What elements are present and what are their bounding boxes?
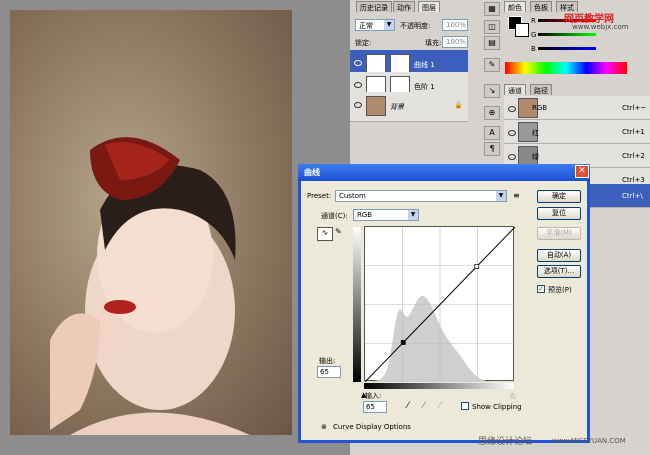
curves-dialog: 曲线 ✕ Preset: Custom ▼ ≡ 通道(C): RGB ▼ ∿ ✎… — [298, 164, 590, 443]
preset-value: Custom — [339, 192, 366, 200]
tab-paths[interactable]: 路径 — [530, 84, 552, 95]
channel-shortcut: Ctrl+\ — [622, 192, 643, 200]
black-eyedropper-icon[interactable]: ⁄ — [407, 401, 409, 411]
preset-options-icon[interactable]: ≡ — [513, 191, 520, 200]
white-point-slider-icon[interactable]: △ — [510, 391, 515, 399]
eye-icon[interactable] — [508, 130, 516, 136]
channel-value: RGB — [357, 211, 373, 219]
character-icon[interactable]: A — [484, 126, 500, 140]
show-clipping-label: Show Clipping — [472, 403, 522, 411]
eye-icon[interactable] — [354, 102, 362, 108]
curve-display-options-label[interactable]: Curve Display Options — [333, 423, 411, 431]
lock-icon: 🔒 — [454, 101, 463, 109]
auto-button[interactable]: 自动(A) — [537, 249, 581, 262]
preview-checkbox[interactable]: ✓ — [537, 285, 545, 293]
curve-point-tool-icon[interactable]: ∿ — [317, 227, 333, 241]
layer-name: 背景 — [390, 103, 404, 111]
chevron-down-icon: ▼ — [496, 191, 506, 201]
close-icon[interactable]: ✕ — [575, 165, 589, 178]
preview-label: 预览(P) — [548, 286, 572, 294]
channel-shortcut: Ctrl+2 — [622, 152, 645, 160]
paragraph-icon[interactable]: ¶ — [484, 142, 500, 156]
layer-name: 曲线 1 — [414, 61, 435, 69]
blue-label: B — [531, 45, 536, 53]
channel-name: RGB — [532, 104, 548, 112]
channel-label: 通道(C): — [321, 212, 348, 220]
portrait-photo — [10, 10, 292, 435]
tab-history[interactable]: 历史记录 — [356, 1, 392, 12]
background-color-swatch[interactable] — [515, 23, 529, 37]
preset-label: Preset: — [307, 192, 332, 200]
tab-color[interactable]: 颜色 — [504, 1, 526, 12]
fill-input[interactable]: 100% — [442, 36, 468, 48]
blue-slider[interactable] — [538, 47, 596, 50]
tab-layers[interactable]: 图层 — [418, 1, 440, 12]
output-gradient-bar — [353, 227, 361, 382]
eye-icon[interactable] — [354, 82, 362, 88]
channel-shortcut: Ctrl+1 — [622, 128, 645, 136]
chevron-down-icon: ▼ — [384, 20, 394, 30]
green-slider[interactable] — [538, 33, 596, 36]
layer-name: 色阶 1 — [414, 83, 435, 91]
dialog-titlebar[interactable]: 曲线 ✕ — [298, 164, 590, 181]
smooth-button[interactable]: 平滑(M) — [537, 227, 581, 240]
curves-adjustment-icon — [366, 54, 386, 74]
color-spectrum-bar[interactable] — [505, 62, 627, 74]
white-eyedropper-icon[interactable]: ⁄ — [439, 401, 441, 411]
lock-label: 锁定: — [355, 39, 372, 47]
curve-control-point — [400, 340, 406, 345]
channel-name: 红 — [532, 129, 539, 137]
channel-name: 绿 — [532, 153, 539, 161]
dialog-title: 曲线 — [304, 168, 320, 177]
layer-row[interactable]: 背景 🔒 — [350, 92, 468, 122]
channel-shortcut: Ctrl+3 — [622, 176, 645, 184]
fill-label: 填充: — [425, 39, 442, 47]
ok-button[interactable]: 确定 — [537, 190, 581, 203]
tab-actions[interactable]: 动作 — [393, 1, 415, 12]
options-button[interactable]: 选项(T)... — [537, 265, 581, 278]
brush-icon[interactable]: ✎ — [484, 58, 500, 72]
chevron-down-circle-icon[interactable]: ⊗ — [321, 423, 327, 431]
channel-row[interactable]: RGB Ctrl+~ — [504, 96, 650, 120]
input-input[interactable]: 65 — [363, 401, 387, 413]
show-clipping-checkbox[interactable] — [461, 402, 469, 410]
blend-mode-select[interactable]: 正常 ▼ — [355, 19, 395, 31]
tab-channels[interactable]: 通道 — [504, 84, 526, 95]
input-label: 输入: — [365, 392, 382, 400]
channel-shortcut: Ctrl+~ — [622, 104, 647, 112]
eye-icon[interactable] — [354, 60, 362, 66]
eye-icon[interactable] — [508, 106, 516, 112]
curves-plot[interactable] — [364, 226, 516, 383]
channel-select[interactable]: RGB ▼ — [353, 209, 419, 221]
preset-select[interactable]: Custom ▼ — [335, 190, 507, 202]
green-label: G — [531, 31, 537, 39]
watermark-url: www.webjx.com — [572, 23, 629, 31]
red-label: R — [531, 17, 536, 25]
histogram-tool-icon[interactable]: ▦ — [484, 2, 500, 16]
reset-button[interactable]: 复位 — [537, 207, 581, 220]
gray-eyedropper-icon[interactable]: ⁄ — [423, 401, 425, 411]
output-input[interactable]: 65 — [317, 366, 341, 378]
tab-swatches[interactable]: 色板 — [530, 1, 552, 12]
chevron-down-icon: ▼ — [408, 210, 418, 220]
opacity-label: 不透明度: — [400, 22, 431, 30]
curves-graph[interactable] — [364, 226, 516, 383]
opacity-input[interactable]: 100% — [442, 19, 468, 31]
info-icon[interactable]: ▤ — [484, 36, 500, 50]
clone-icon[interactable]: ⊕ — [484, 106, 500, 120]
background-thumbnail — [366, 96, 386, 116]
footer-url: www.MISSYUAN.COM — [552, 437, 626, 445]
navigator-icon[interactable]: ◫ — [484, 20, 500, 34]
transform-icon[interactable]: ↘ — [484, 84, 500, 98]
channel-row[interactable]: 红 Ctrl+1 — [504, 120, 650, 144]
blend-mode-value: 正常 — [359, 22, 373, 30]
curve-control-point — [474, 264, 480, 269]
input-gradient-bar — [364, 383, 514, 389]
output-label: 输出: — [319, 357, 336, 365]
eye-icon[interactable] — [508, 154, 516, 160]
footer-watermark: 思缘设计论坛 — [478, 437, 533, 447]
pencil-icon[interactable]: ✎ — [335, 227, 347, 241]
portrait-illustration — [50, 137, 250, 435]
layer-mask-thumbnail — [390, 54, 410, 74]
